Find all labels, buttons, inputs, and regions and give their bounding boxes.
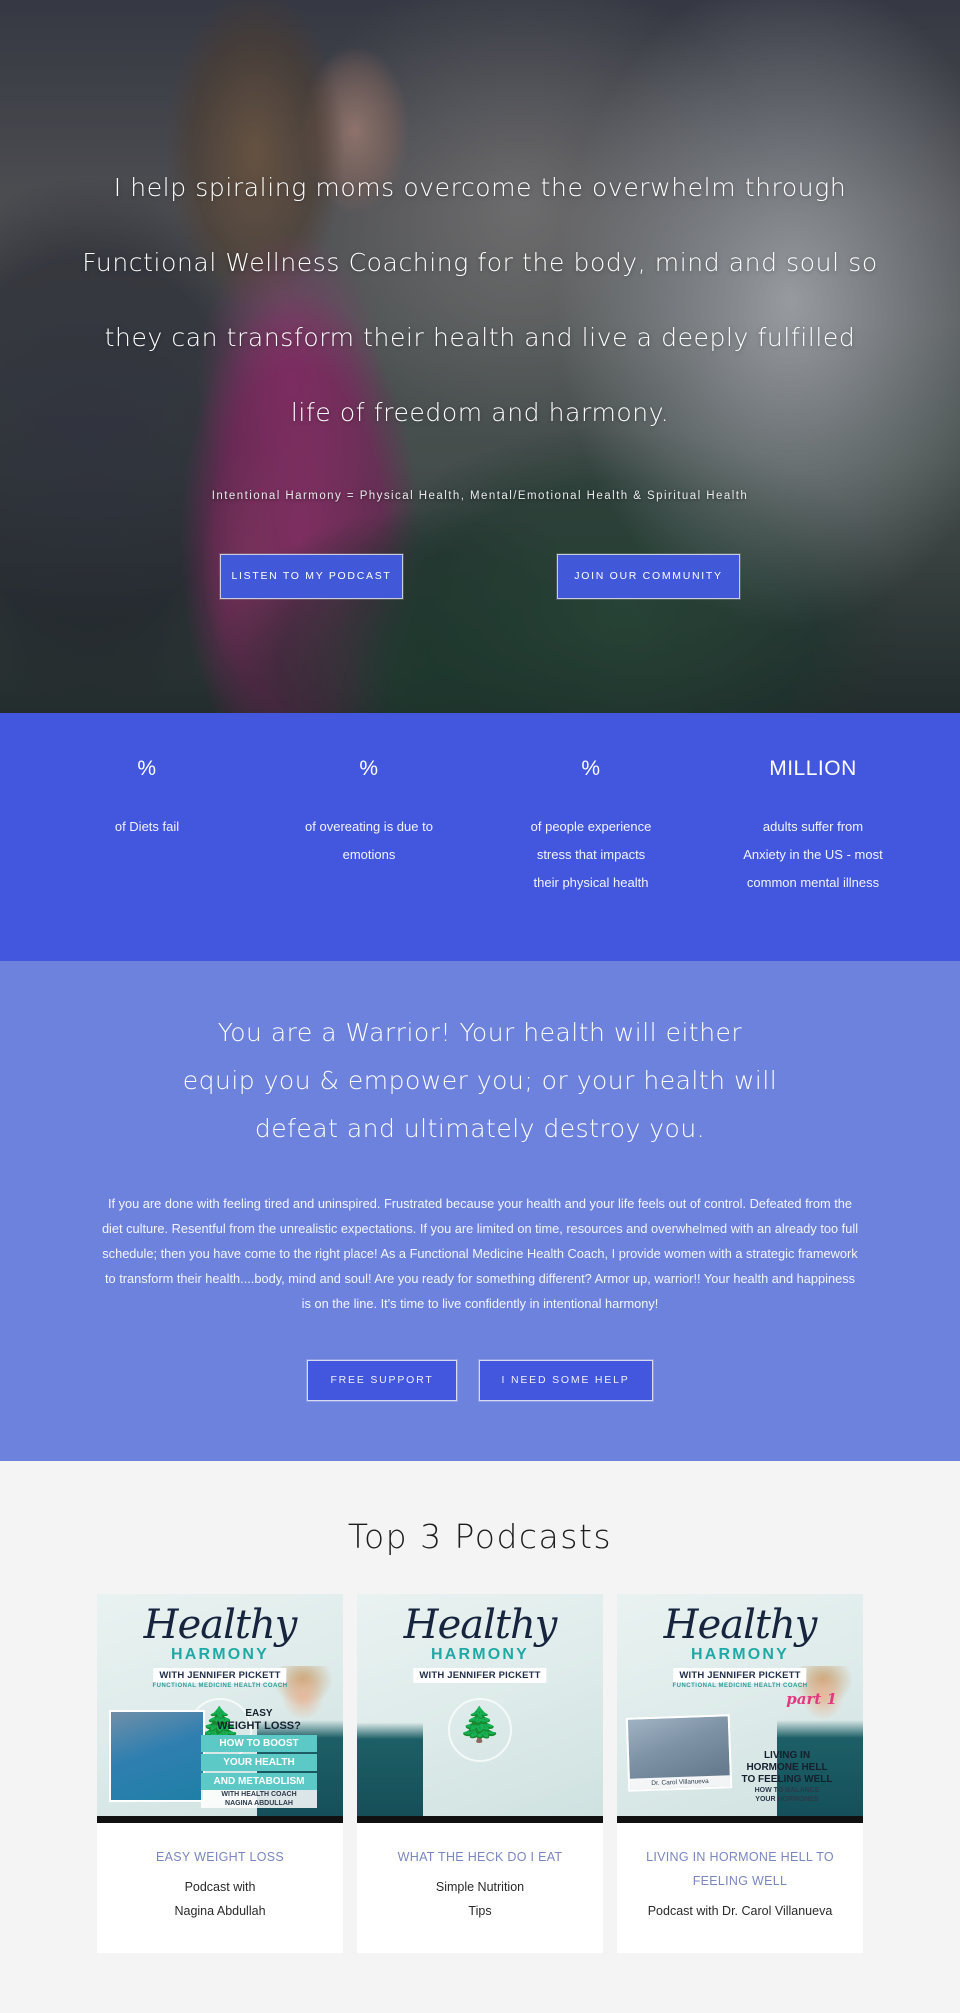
thumbnail-art: Healthy HARMONY WITH JENNIFER PICKETT FU… bbox=[617, 1594, 863, 1816]
warrior-heading: You are a Warrior! Your health will eith… bbox=[0, 1009, 960, 1153]
hero-headline: I help spiraling moms overcome the overw… bbox=[0, 150, 960, 450]
podcast-subtitle-line-1: Podcast with bbox=[184, 1880, 256, 1894]
stat-label-line-1: adults suffer from bbox=[762, 819, 864, 834]
stat-label-line-1: of overeating is due to bbox=[305, 819, 433, 834]
host-photo bbox=[357, 1696, 423, 1816]
brand-host-text: WITH JENNIFER PICKETT bbox=[413, 1668, 547, 1683]
warrior-section: You are a Warrior! Your health will eith… bbox=[0, 961, 960, 1461]
podcast-title[interactable]: LIVING IN HORMONE HELL TO FEELING WELL bbox=[629, 1845, 851, 1893]
overlay-band-3: YOUR HORMONES bbox=[755, 1796, 819, 1803]
stat-number: % bbox=[581, 757, 601, 780]
podcast-title[interactable]: WHAT THE HECK DO I EAT bbox=[369, 1845, 591, 1869]
stat-number: % bbox=[359, 757, 379, 780]
podcast-card[interactable]: Healthy HARMONY WITH JENNIFER PICKETT FU… bbox=[617, 1594, 863, 1953]
hero-button-group: LISTEN TO MY PODCAST JOIN OUR COMMUNITY bbox=[0, 554, 960, 599]
brand-harmony-text: HARMONY bbox=[430, 1646, 530, 1663]
podcast-subtitle-line-2: Nagina Abdullah bbox=[174, 1904, 266, 1918]
stat-label-line-2: Anxiety in the US - most bbox=[743, 847, 883, 862]
stat-label-line-3: their physical health bbox=[533, 875, 649, 890]
stat-item-diets: % of Diets fail bbox=[36, 757, 258, 841]
hero-headline-line-2: Functional Wellness Coaching for the bod… bbox=[82, 248, 878, 277]
podcast-card-list: Healthy HARMONY WITH JENNIFER PICKETT FU… bbox=[0, 1594, 960, 1953]
hero-section: I help spiraling moms overcome the overw… bbox=[0, 0, 960, 713]
warrior-heading-line-2: equip you & empower you; or your health … bbox=[182, 1066, 778, 1095]
brand-role-text: FUNCTIONAL MEDICINE HEALTH COACH bbox=[152, 1683, 288, 1689]
podcast-thumbnail[interactable]: Healthy HARMONY WITH JENNIFER PICKETT 🌲 bbox=[357, 1594, 603, 1816]
thumbnail-art: Healthy HARMONY WITH JENNIFER PICKETT FU… bbox=[97, 1594, 343, 1816]
brand-host-text: WITH JENNIFER PICKETT bbox=[153, 1668, 287, 1683]
podcast-subtitle-line-2: Tips bbox=[468, 1904, 492, 1918]
brand-role-text: FUNCTIONAL MEDICINE HEALTH COACH bbox=[672, 1683, 808, 1689]
overlay-line-2: WEIGHT LOSS? bbox=[217, 1720, 301, 1732]
warrior-heading-line-1: You are a Warrior! Your health will eith… bbox=[217, 1018, 743, 1047]
card-divider-bar bbox=[357, 1816, 603, 1823]
overlay-band-2: YOUR HEALTH bbox=[201, 1754, 317, 1771]
guest-caption: Dr. Carol Villanueva bbox=[629, 1775, 731, 1790]
stat-label-line-3: common mental illness bbox=[746, 875, 880, 890]
tree-icon: 🌲 bbox=[458, 1706, 502, 1744]
podcast-thumbnail[interactable]: Healthy HARMONY WITH JENNIFER PICKETT FU… bbox=[617, 1594, 863, 1816]
card-divider-bar bbox=[617, 1816, 863, 1823]
brand-script-text: Healthy bbox=[403, 1602, 558, 1648]
guest-photo bbox=[109, 1710, 205, 1802]
overlay-credit-1: WITH HEALTH COACH bbox=[201, 1790, 317, 1799]
episode-title-overlay: LIVING IN HORMONE HELL TO FEELING WELL H… bbox=[727, 1750, 847, 1804]
free-support-button[interactable]: FREE SUPPORT bbox=[307, 1360, 457, 1401]
card-divider-bar bbox=[97, 1816, 343, 1823]
warrior-body-paragraph: If you are done with feeling tired and u… bbox=[101, 1196, 859, 1311]
overlay-band-3: AND METABOLISM bbox=[201, 1773, 317, 1790]
i-need-some-help-button[interactable]: I NEED SOME HELP bbox=[478, 1360, 653, 1401]
podcast-subtitle-line-1: Simple Nutrition bbox=[435, 1880, 525, 1894]
stat-number: MILLION bbox=[769, 757, 857, 780]
podcast-card-body: LIVING IN HORMONE HELL TO FEELING WELL P… bbox=[617, 1823, 863, 1953]
episode-title-overlay: EASY WEIGHT LOSS? HOW TO BOOST YOUR HEAL… bbox=[201, 1708, 317, 1808]
brand-harmony-text: HARMONY bbox=[170, 1646, 270, 1663]
brand-script-text: Healthy bbox=[663, 1602, 818, 1648]
statistics-band: % of Diets fail % of overeating is due t… bbox=[0, 713, 960, 961]
warrior-button-group: FREE SUPPORT I NEED SOME HELP bbox=[0, 1360, 960, 1401]
podcast-card-body: WHAT THE HECK DO I EAT Simple Nutrition … bbox=[357, 1823, 603, 1953]
page-title: Top 3 Podcasts bbox=[347, 1517, 613, 1556]
hero-headline-line-4: life of freedom and harmony. bbox=[290, 398, 670, 427]
hero-subtitle: Intentional Harmony = Physical Health, M… bbox=[211, 490, 749, 502]
warrior-heading-line-3: defeat and ultimately destroy you. bbox=[254, 1114, 706, 1143]
podcast-title[interactable]: EASY WEIGHT LOSS bbox=[109, 1845, 331, 1869]
thumbnail-art: Healthy HARMONY WITH JENNIFER PICKETT 🌲 bbox=[357, 1594, 603, 1816]
top-podcasts-section: Top 3 Podcasts Healthy HARMONY WITH JENN… bbox=[0, 1461, 960, 2013]
stat-item-stress: % of people experience stress that impac… bbox=[480, 757, 702, 897]
listen-to-my-podcast-button[interactable]: LISTEN TO MY PODCAST bbox=[220, 554, 403, 599]
brand-host-text: WITH JENNIFER PICKETT bbox=[673, 1668, 807, 1683]
stat-label-line-1: of Diets fail bbox=[114, 819, 180, 834]
podcast-thumbnail[interactable]: Healthy HARMONY WITH JENNIFER PICKETT FU… bbox=[97, 1594, 343, 1816]
stat-number: % bbox=[137, 757, 157, 780]
brand-script-text: Healthy bbox=[143, 1602, 298, 1648]
podcast-card[interactable]: Healthy HARMONY WITH JENNIFER PICKETT 🌲 … bbox=[357, 1594, 603, 1953]
hero-content: I help spiraling moms overcome the overw… bbox=[0, 0, 960, 599]
stat-item-overeating: % of overeating is due to emotions bbox=[258, 757, 480, 869]
stat-label-line-1: of people experience bbox=[530, 819, 652, 834]
overlay-band-1: TO FEELING WELL bbox=[741, 1774, 833, 1785]
stat-label-line-2: emotions bbox=[342, 847, 396, 862]
brand-harmony-text: HARMONY bbox=[690, 1646, 790, 1663]
guest-photo: Dr. Carol Villanueva bbox=[625, 1714, 733, 1792]
join-our-community-button[interactable]: JOIN OUR COMMUNITY bbox=[557, 554, 740, 599]
overlay-line-1: LIVING IN bbox=[763, 1750, 811, 1761]
overlay-line-2: HORMONE HELL bbox=[746, 1762, 828, 1773]
podcast-subtitle-line-1: Podcast with Dr. Carol Villanueva bbox=[647, 1904, 833, 1918]
overlay-credit-2: NAGINA ABDULLAH bbox=[201, 1799, 317, 1808]
stat-label-line-2: stress that impacts bbox=[536, 847, 646, 862]
podcast-card-body: EASY WEIGHT LOSS Podcast with Nagina Abd… bbox=[97, 1823, 343, 1953]
landing-page: I help spiraling moms overcome the overw… bbox=[0, 0, 960, 2013]
podcast-card[interactable]: Healthy HARMONY WITH JENNIFER PICKETT FU… bbox=[97, 1594, 343, 1953]
overlay-line-1: EASY bbox=[245, 1708, 273, 1719]
overlay-band-1: HOW TO BOOST bbox=[201, 1735, 317, 1752]
stat-item-anxiety: MILLION adults suffer from Anxiety in th… bbox=[702, 757, 924, 897]
hero-headline-line-1: I help spiraling moms overcome the overw… bbox=[113, 173, 847, 202]
overlay-band-2: HOW TO BALANCE bbox=[754, 1787, 820, 1794]
part-label: part 1 bbox=[786, 1690, 837, 1708]
hero-headline-line-3: they can transform their health and live… bbox=[104, 323, 856, 352]
